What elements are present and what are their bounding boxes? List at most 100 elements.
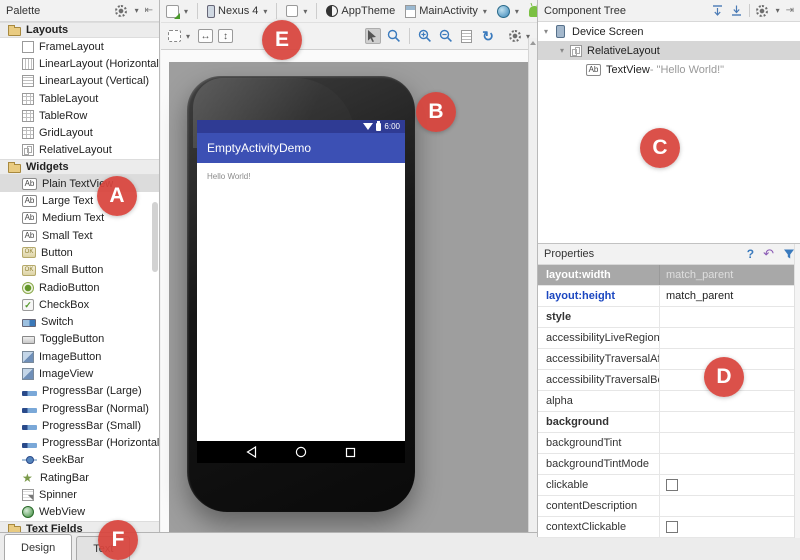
property-row-accessibilityliveregion[interactable]: accessibilityLiveRegion xyxy=(538,328,800,349)
property-value[interactable]: match_parent xyxy=(659,286,800,306)
property-row-alpha[interactable]: alpha xyxy=(538,391,800,412)
property-row-accessibilitytraversalbefc[interactable]: accessibilityTraversalBefc xyxy=(538,370,800,391)
palette-settings-caret-icon[interactable]: ▾ xyxy=(135,6,139,15)
nav-home-icon[interactable] xyxy=(295,446,307,458)
activity-selector[interactable]: MainActivity ▾ xyxy=(402,3,490,20)
property-checkbox[interactable] xyxy=(666,521,678,533)
palette-item-tablerow[interactable]: TableRow xyxy=(0,107,159,124)
battery-icon xyxy=(376,123,381,131)
tree-hide-icon[interactable]: ⇥ xyxy=(786,5,794,16)
palette-item-framelayout[interactable]: FrameLayout xyxy=(0,38,159,55)
design-canvas[interactable]: 6:00 EmptyActivityDemo Hello World! xyxy=(169,62,528,532)
palette-item-medium-text[interactable]: AbMedium Text xyxy=(0,210,159,227)
property-value[interactable] xyxy=(659,412,800,432)
palette-item-radiobutton[interactable]: RadioButton xyxy=(0,279,159,296)
palette-item-label: Large Text xyxy=(42,195,93,207)
theme-selector[interactable]: AppTheme xyxy=(323,3,398,19)
palette-settings-gear-icon[interactable] xyxy=(115,5,127,17)
tree-settings-gear-icon[interactable] xyxy=(756,5,768,17)
palette-item-relativelayout[interactable]: RelativeLayout xyxy=(0,142,159,159)
tree-node-relativelayout[interactable]: ▾RelativeLayout xyxy=(538,41,800,60)
zoom-in-button[interactable] xyxy=(417,28,433,44)
property-value[interactable] xyxy=(659,454,800,474)
property-value[interactable] xyxy=(659,517,800,537)
property-row-background[interactable]: background xyxy=(538,412,800,433)
tree-node-textview[interactable]: AbTextView - "Hello World!" xyxy=(538,60,800,79)
device-selector[interactable]: Nexus 4 ▾ xyxy=(204,3,270,20)
palette-item-linearlayout-horizontal-[interactable]: LinearLayout (Horizontal) xyxy=(0,55,159,72)
property-checkbox[interactable] xyxy=(666,479,678,491)
expand-all-icon[interactable] xyxy=(711,4,724,17)
tree-node-device-screen[interactable]: ▾Device Screen xyxy=(538,22,800,41)
nav-recents-icon[interactable] xyxy=(345,447,356,458)
palette-item-progressbar-normal-[interactable]: ProgressBar (Normal) xyxy=(0,400,159,417)
palette-hide-icon[interactable]: ⇤ xyxy=(145,5,153,16)
property-value[interactable] xyxy=(659,307,800,327)
help-icon[interactable]: ? xyxy=(747,247,754,261)
property-row-backgroundtint[interactable]: backgroundTint xyxy=(538,433,800,454)
component-tree: ▾Device Screen▾RelativeLayoutAbTextView … xyxy=(538,22,800,79)
pan-select-button[interactable] xyxy=(365,28,381,44)
palette-item-tablelayout[interactable]: TableLayout xyxy=(0,90,159,107)
palette-item-togglebutton[interactable]: ToggleButton xyxy=(0,331,159,348)
hello-world-textview[interactable]: Hello World! xyxy=(207,172,250,181)
zoom-out-button[interactable] xyxy=(438,28,454,44)
property-row-contextclickable[interactable]: contextClickable xyxy=(538,517,800,538)
palette-item-ratingbar[interactable]: ★RatingBar xyxy=(0,469,159,486)
palette-item-progressbar-large-[interactable]: ProgressBar (Large) xyxy=(0,383,159,400)
tab-design[interactable]: Design xyxy=(4,534,72,560)
nav-back-icon[interactable] xyxy=(246,446,257,458)
screen-content[interactable]: Hello World! xyxy=(197,163,405,441)
palette-item-linearlayout-vertical-[interactable]: LinearLayout (Vertical) xyxy=(0,73,159,90)
canvas-scrollbar[interactable] xyxy=(528,38,537,532)
palette-item-seekbar[interactable]: SeekBar xyxy=(0,452,159,469)
zoom-actual-button[interactable] xyxy=(386,28,402,44)
palette-item-checkbox[interactable]: ✓CheckBox xyxy=(0,296,159,313)
palette-item-webview[interactable]: WebView xyxy=(0,504,159,521)
palette-item-button[interactable]: OKButton xyxy=(0,244,159,261)
palette-item-imageview[interactable]: ImageView xyxy=(0,365,159,382)
palette-section-layouts[interactable]: Layouts xyxy=(0,22,159,38)
palette-item-label: ImageButton xyxy=(39,351,101,363)
expand-vertical-button[interactable]: ↕ xyxy=(218,29,233,43)
palette-item-imagebutton[interactable]: ImageButton xyxy=(0,348,159,365)
tree-expander-icon[interactable]: ▾ xyxy=(560,46,570,55)
tree-gear-caret-icon[interactable]: ▾ xyxy=(776,6,780,15)
device-screen[interactable]: 6:00 EmptyActivityDemo Hello World! xyxy=(197,120,405,463)
palette-item-small-button[interactable]: OKSmall Button xyxy=(0,262,159,279)
palette-item-spinner[interactable]: Spinner xyxy=(0,486,159,503)
property-row-contentdescription[interactable]: contentDescription xyxy=(538,496,800,517)
preview-xml-button[interactable] xyxy=(459,28,475,44)
property-value[interactable] xyxy=(659,496,800,516)
property-row-backgroundtintmode[interactable]: backgroundTintMode xyxy=(538,454,800,475)
orientation-selector[interactable]: ▾ xyxy=(283,3,310,19)
palette-item-progressbar-small-[interactable]: ProgressBar (Small) xyxy=(0,417,159,434)
property-value[interactable]: match_parent xyxy=(659,265,800,285)
expand-horizontal-button[interactable]: ↔ xyxy=(198,29,213,43)
locale-selector[interactable]: ▾ xyxy=(494,3,522,20)
property-value[interactable] xyxy=(659,475,800,495)
status-bar: 6:00 xyxy=(197,120,405,133)
scrollbar-up-arrow-icon[interactable] xyxy=(530,41,536,45)
property-row-layout-height[interactable]: layout:heightmatch_parent xyxy=(538,286,800,307)
reset-icon[interactable]: ↶ xyxy=(763,246,774,262)
palette-item-switch[interactable]: Switch xyxy=(0,313,159,330)
property-row-accessibilitytraversalafte[interactable]: accessibilityTraversalAfte xyxy=(538,349,800,370)
properties-scrollbar[interactable] xyxy=(794,244,800,538)
palette-item-small-text[interactable]: AbSmall Text xyxy=(0,227,159,244)
activity-caret-icon: ▾ xyxy=(483,7,487,16)
palette-scrollbar[interactable] xyxy=(152,202,158,272)
palette-item-gridlayout[interactable]: GridLayout xyxy=(0,124,159,141)
palette-item-progressbar-horizontal-[interactable]: ProgressBar (Horizontal) xyxy=(0,435,159,452)
collapse-all-icon[interactable] xyxy=(730,4,743,17)
property-value[interactable] xyxy=(659,433,800,453)
zoom-to-fit-button[interactable]: ▾ xyxy=(165,28,193,44)
property-row-layout-width[interactable]: layout:widthmatch_parent xyxy=(538,265,800,286)
property-row-clickable[interactable]: clickable xyxy=(538,475,800,496)
tree-expander-icon[interactable]: ▾ xyxy=(544,27,554,36)
property-value[interactable] xyxy=(659,328,800,348)
refresh-button[interactable]: ↻ xyxy=(480,28,496,44)
property-row-style[interactable]: style xyxy=(538,307,800,328)
palette-section-widgets[interactable]: Widgets xyxy=(0,159,159,175)
preview-layout-button[interactable]: ▾ xyxy=(163,3,191,20)
